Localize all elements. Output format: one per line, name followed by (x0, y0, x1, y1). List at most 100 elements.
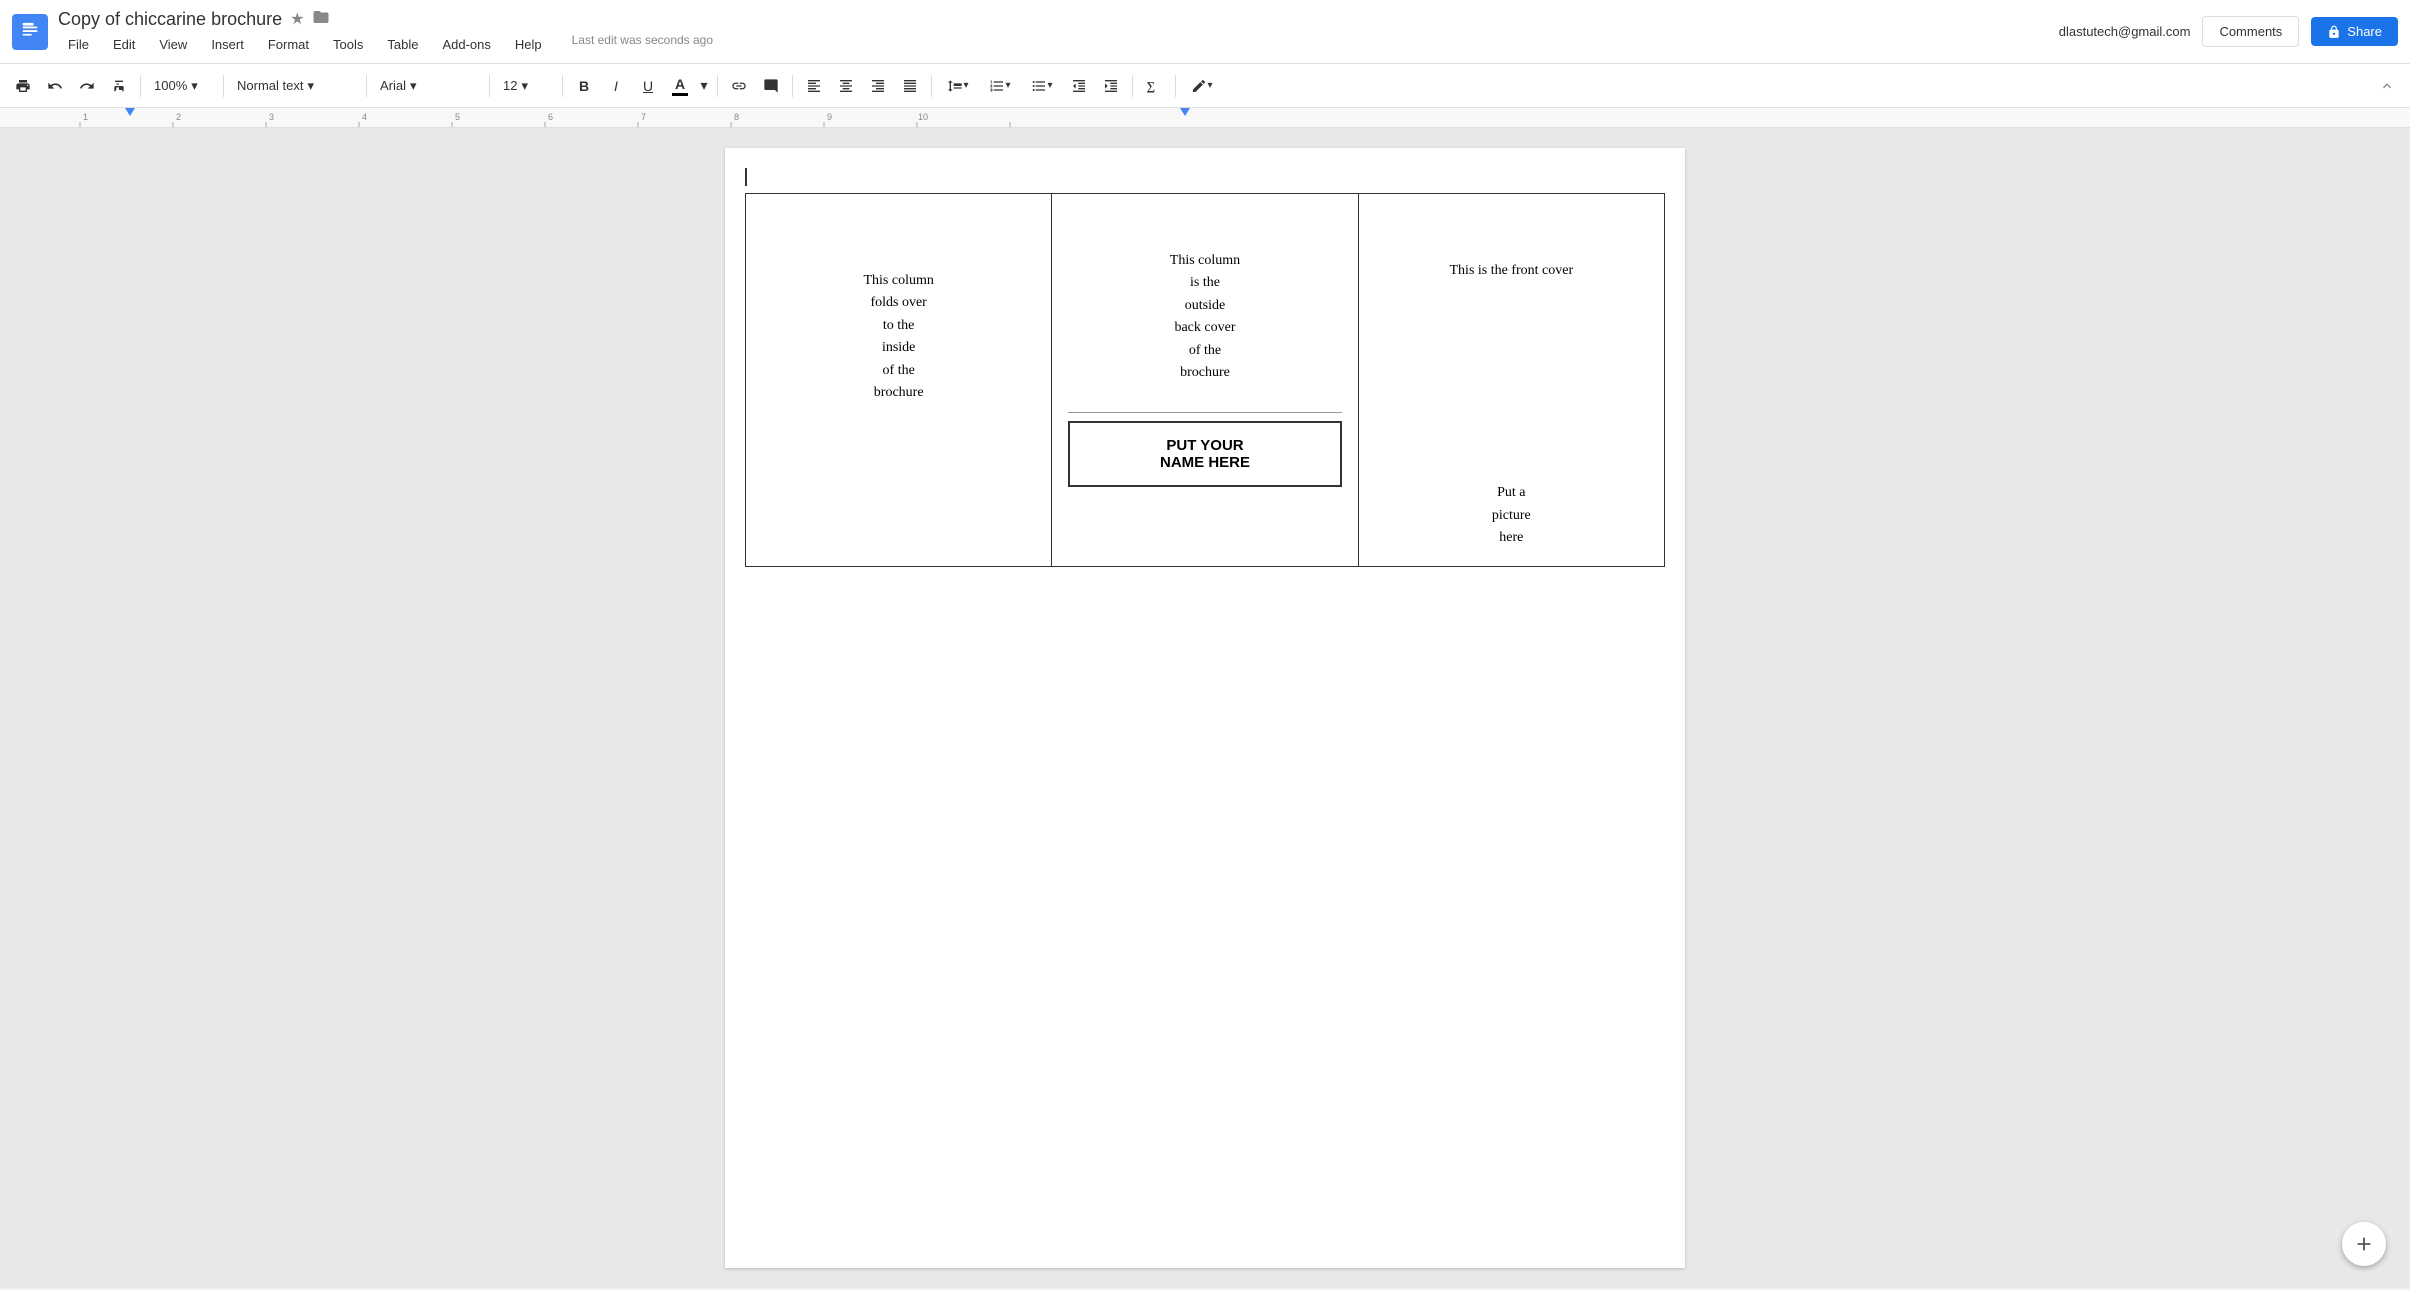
doc-title[interactable]: Copy of chiccarine brochure (58, 9, 282, 30)
increase-indent-button[interactable] (1096, 71, 1126, 101)
col2-name-text: PUT YOUR NAME HERE (1078, 437, 1331, 471)
comment-button[interactable] (756, 71, 786, 101)
share-label: Share (2347, 24, 2382, 39)
ruler: 1 2 3 4 5 6 7 8 9 10 (0, 108, 2410, 128)
share-button[interactable]: Share (2311, 17, 2398, 46)
zoom-arrow: ▾ (191, 78, 198, 94)
divider-10 (1175, 75, 1176, 97)
col3-title: This is the front cover (1375, 210, 1648, 282)
top-right: dlastutech@gmail.com Comments Share (2059, 16, 2398, 47)
brochure-col1[interactable]: This column folds over to the inside of … (746, 194, 1052, 567)
menu-addons[interactable]: Add-ons (432, 33, 500, 56)
style-value: Normal text (237, 78, 303, 93)
menu-file[interactable]: File (58, 33, 99, 56)
style-arrow: ▾ (307, 78, 314, 94)
col2-text: This column is the outside back cover of… (1068, 210, 1341, 404)
menu-bar: File Edit View Insert Format Tools Table… (58, 33, 2059, 56)
menu-help[interactable]: Help (505, 33, 552, 56)
divider-3 (366, 75, 367, 97)
doc-title-row: Copy of chiccarine brochure ★ (58, 8, 2059, 31)
align-right-button[interactable] (863, 71, 893, 101)
star-icon[interactable]: ★ (290, 9, 304, 29)
svg-text:8: 8 (734, 112, 739, 122)
style-select[interactable]: Normal text ▾ (230, 74, 360, 98)
menu-tools[interactable]: Tools (323, 33, 373, 56)
fab-button[interactable] (2342, 1222, 2386, 1266)
justify-button[interactable] (895, 71, 925, 101)
size-value: 12 (503, 78, 517, 93)
svg-text:5: 5 (455, 112, 460, 122)
top-bar: Copy of chiccarine brochure ★ File Edit … (0, 0, 2410, 64)
font-arrow: ▾ (410, 78, 417, 94)
col1-text: This column folds over to the inside of … (762, 270, 1035, 404)
col3-title-text: This is the front cover (1375, 260, 1648, 282)
last-edit: Last edit was seconds ago (572, 33, 713, 56)
divider-2 (223, 75, 224, 97)
document-page[interactable]: This column folds over to the inside of … (725, 148, 1685, 1268)
app-icon (12, 14, 48, 50)
svg-text:4: 4 (362, 112, 367, 122)
divider-7 (792, 75, 793, 97)
align-left-button[interactable] (799, 71, 829, 101)
doc-title-area: Copy of chiccarine brochure ★ File Edit … (58, 8, 2059, 56)
paint-format-button[interactable] (104, 71, 134, 101)
brochure-col2[interactable]: This column is the outside back cover of… (1052, 194, 1358, 567)
svg-text:9: 9 (827, 112, 832, 122)
svg-text:7: 7 (641, 112, 646, 122)
formula-button[interactable]: ∑ (1139, 71, 1169, 101)
divider-8 (931, 75, 932, 97)
line-spacing-button[interactable]: ▾ (938, 71, 978, 101)
col3-picture: Put a picture here (1375, 282, 1648, 549)
svg-text:1: 1 (83, 112, 88, 122)
italic-button[interactable]: I (601, 71, 631, 101)
undo-button[interactable] (40, 71, 70, 101)
color-underline (672, 93, 688, 96)
canvas-area: This column folds over to the inside of … (0, 128, 2410, 1288)
font-value: Arial (380, 78, 406, 93)
text-color-label: A (675, 76, 685, 92)
svg-text:10: 10 (918, 112, 928, 122)
menu-table[interactable]: Table (377, 33, 428, 56)
cursor-area (745, 168, 1665, 187)
underline-button[interactable]: U (633, 71, 663, 101)
brochure-row: This column folds over to the inside of … (746, 194, 1665, 567)
align-center-button[interactable] (831, 71, 861, 101)
comments-button[interactable]: Comments (2202, 16, 2299, 47)
brochure-col3[interactable]: This is the front cover Put a picture he… (1358, 194, 1664, 567)
drawing-button[interactable]: ▾ (1182, 71, 1222, 101)
redo-button[interactable] (72, 71, 102, 101)
col2-name-box[interactable]: PUT YOUR NAME HERE (1068, 421, 1341, 487)
menu-insert[interactable]: Insert (201, 33, 254, 56)
menu-format[interactable]: Format (258, 33, 319, 56)
col1-content: This column folds over to the inside of … (762, 210, 1035, 404)
divider-4 (489, 75, 490, 97)
user-email[interactable]: dlastutech@gmail.com (2059, 24, 2191, 39)
decrease-indent-button[interactable] (1064, 71, 1094, 101)
divider-6 (717, 75, 718, 97)
numbered-list-button[interactable]: ▾ (980, 71, 1020, 101)
zoom-select[interactable]: 100% ▾ (147, 74, 217, 98)
divider-9 (1132, 75, 1133, 97)
folder-icon[interactable] (312, 8, 330, 31)
menu-view[interactable]: View (149, 33, 197, 56)
text-color-button[interactable]: A (665, 71, 695, 101)
svg-text:6: 6 (548, 112, 553, 122)
zoom-value: 100% (154, 78, 187, 93)
link-button[interactable] (724, 71, 754, 101)
font-select[interactable]: Arial ▾ (373, 74, 483, 98)
col3-picture-text: Put a picture here (1375, 482, 1648, 549)
size-arrow: ▾ (521, 78, 528, 94)
brochure-table: This column folds over to the inside of … (745, 193, 1665, 567)
svg-text:2: 2 (176, 112, 181, 122)
divider-5 (562, 75, 563, 97)
svg-text:∑: ∑ (1147, 78, 1156, 92)
font-size-select[interactable]: 12 ▾ (496, 74, 556, 98)
collapse-toolbar-button[interactable] (2372, 71, 2402, 101)
text-color-arrow[interactable]: ▾ (697, 71, 711, 101)
toolbar: 100% ▾ Normal text ▾ Arial ▾ 12 ▾ B I U … (0, 64, 2410, 108)
bold-button[interactable]: B (569, 71, 599, 101)
menu-edit[interactable]: Edit (103, 33, 145, 56)
col2-divider (1068, 412, 1341, 413)
print-button[interactable] (8, 71, 38, 101)
bulleted-list-button[interactable]: ▾ (1022, 71, 1062, 101)
